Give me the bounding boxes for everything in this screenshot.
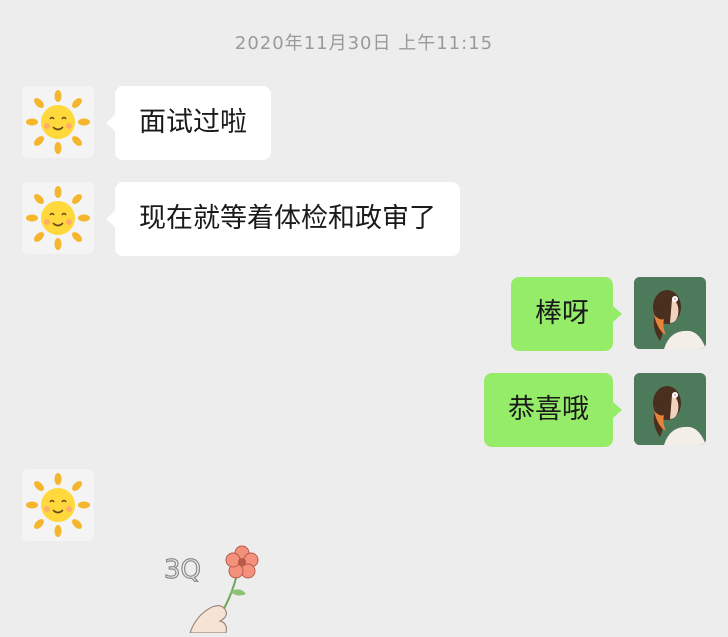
message-bubble-outgoing[interactable]: 棒呀 bbox=[511, 277, 622, 351]
message-bubble-incoming[interactable]: 面试过啦 bbox=[106, 86, 271, 160]
sun-avatar-icon[interactable] bbox=[22, 469, 94, 541]
thank-you-flower-sticker[interactable]: 3Q bbox=[160, 540, 280, 634]
sun-avatar-icon[interactable] bbox=[22, 182, 94, 254]
girl-avatar-icon[interactable] bbox=[634, 373, 706, 445]
sun-avatar-icon[interactable] bbox=[22, 86, 94, 158]
girl-avatar-icon[interactable] bbox=[634, 277, 706, 349]
message-bubble-outgoing[interactable]: 恭喜哦 bbox=[484, 373, 622, 447]
sticker-text: 3Q bbox=[164, 555, 201, 585]
chat-timestamp: 2020年11月30日 上午11:15 bbox=[234, 33, 494, 54]
message-bubble-incoming[interactable]: 现在就等着体检和政审了 bbox=[106, 182, 460, 256]
